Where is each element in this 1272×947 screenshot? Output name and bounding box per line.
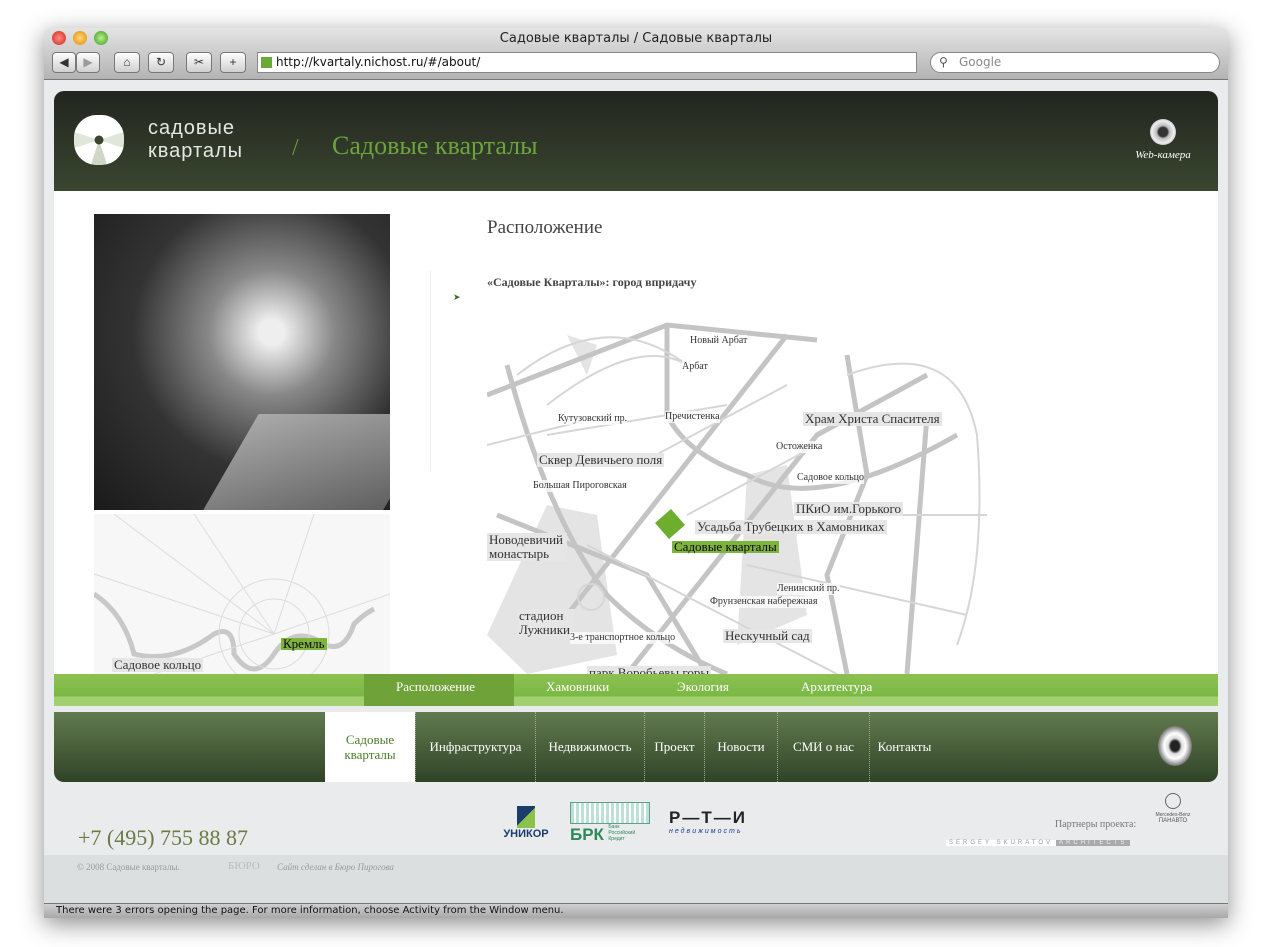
back-button[interactable]: ◀ xyxy=(52,52,76,73)
webcam-icon xyxy=(1150,119,1176,145)
district-map[interactable]: Новый Арбат Арбат Кутузовский пр. Пречис… xyxy=(487,315,987,674)
map-label: Ленинский пр. xyxy=(777,583,840,595)
nav-garden-quarters[interactable]: Садовые кварталы xyxy=(325,712,415,782)
map-label: стадион Лужники xyxy=(517,609,575,637)
panavto-logo[interactable]: Mercedes-Benz ПАНАВТО xyxy=(1152,793,1194,824)
brk-logo[interactable]: БРК Банк Российский Кредит xyxy=(570,802,650,845)
nav-real-estate[interactable]: Недвижимость xyxy=(535,712,644,782)
map-label: Кутузовский пр. xyxy=(558,413,628,425)
snippet-button[interactable]: ✂ xyxy=(186,52,212,73)
map-label: Усадьба Трубецких в Хамовниках xyxy=(695,519,887,534)
map-label: Арбат xyxy=(682,361,708,373)
reload-button[interactable]: ↻ xyxy=(148,52,174,73)
subnav-location[interactable]: Расположение xyxy=(396,679,475,695)
map-label: Остоженка xyxy=(776,441,823,453)
map-label: парк Воробьевы горы xyxy=(587,666,712,674)
mercedes-icon xyxy=(1165,793,1181,809)
subnav-architecture[interactable]: Архитектура xyxy=(801,679,872,695)
browser-window: Садовые кварталы / Садовые кварталы ◀ ▶ … xyxy=(44,28,1228,918)
map-label: Фрунзенская набережная xyxy=(710,596,818,608)
map-label: Новый Арбат xyxy=(690,335,748,347)
window-title: Садовые кварталы / Садовые кварталы xyxy=(499,31,773,46)
nav-project[interactable]: Проект xyxy=(644,712,704,782)
address-bar[interactable]: http://kvartaly.nichost.ru/#/about/ xyxy=(257,52,917,73)
unikor-logo[interactable]: УНИКОР xyxy=(500,806,552,840)
map-label: Нескучный сад xyxy=(723,628,812,643)
webcam-icon[interactable] xyxy=(1158,726,1192,766)
nav-media[interactable]: СМИ о нас xyxy=(777,712,869,782)
nav-news[interactable]: Новости xyxy=(704,712,777,782)
forward-button[interactable]: ▶ xyxy=(76,52,100,73)
nav-contacts[interactable]: Контакты xyxy=(869,712,939,782)
rti-logo[interactable]: Р—Т—И недвижимость xyxy=(669,808,779,835)
phone-number: +7 (495) 755 88 87 xyxy=(78,825,249,850)
sub-navigation: Расположение Хамовники Экология Архитект… xyxy=(54,674,1218,706)
subnav-khamovniki[interactable]: Хамовники xyxy=(546,679,609,695)
credit-link[interactable]: Сайт сделан в Бюро Пирогова xyxy=(277,862,394,872)
status-bar: There were 3 errors opening the page. Fo… xyxy=(44,903,1228,918)
main-navigation: Садовые кварталы Инфраструктура Недвижим… xyxy=(54,712,1218,782)
add-bookmark-button[interactable]: + xyxy=(220,52,246,73)
logo-icon[interactable] xyxy=(74,115,124,165)
section-title: Садовые кварталы xyxy=(332,131,538,160)
map-label: Новодевичий монастырь xyxy=(487,533,567,561)
moscow-overview-map[interactable]: Кремль Садовое кольцо xyxy=(94,514,390,674)
skuratov-logo[interactable]: SERGEY SKURATOV ARCHITECTS xyxy=(946,840,1131,846)
map-label-kremlin: Кремль xyxy=(281,636,327,651)
nav-infrastructure[interactable]: Инфраструктура xyxy=(415,712,535,782)
subnav-ecology[interactable]: Экология xyxy=(677,679,729,695)
buro-logo[interactable]: БЮРО xyxy=(228,860,260,872)
home-button[interactable]: ⌂ xyxy=(114,52,140,73)
copyright: © 2008 Садовые кварталы. xyxy=(77,862,180,872)
partners-label: Партнеры проекта: xyxy=(1055,819,1137,830)
map-label-garden-ring: Садовое кольцо xyxy=(112,657,204,672)
webcam-link[interactable]: Web-камера xyxy=(1128,119,1198,161)
map-label-garden-quarters: Садовые кварталы xyxy=(672,539,779,554)
search-input[interactable]: ⚲ Google xyxy=(930,52,1220,73)
map-label: Сквер Девичьего поля xyxy=(537,452,665,467)
park-photo xyxy=(94,214,390,510)
favicon-icon xyxy=(261,57,272,68)
map-label: Пречистенка xyxy=(665,411,720,423)
content-area: Кремль Садовое кольцо ➤ Расположение «Са… xyxy=(54,191,1218,674)
map-label: Большая Пироговская xyxy=(533,480,627,492)
map-label: ПКиО им.Горького xyxy=(794,501,904,516)
slider-arrow-icon[interactable]: ➤ xyxy=(430,271,466,471)
map-label: Садовое кольцо xyxy=(797,472,865,484)
map-label: 3-е транспортное кольцо xyxy=(570,632,676,644)
search-icon: ⚲ xyxy=(939,55,948,69)
map-label: Храм Христа Спасителя xyxy=(803,411,942,426)
title-separator: / xyxy=(292,135,299,161)
page-subheading: «Садовые Кварталы»: город впридачу xyxy=(487,275,697,289)
title-bar: Садовые кварталы / Садовые кварталы ◀ ▶ … xyxy=(44,28,1228,80)
logo-text[interactable]: садовые кварталы xyxy=(148,117,243,163)
site-header: садовые кварталы / Садовые кварталы Web-к… xyxy=(54,91,1218,191)
page-heading: Расположение xyxy=(487,217,603,238)
